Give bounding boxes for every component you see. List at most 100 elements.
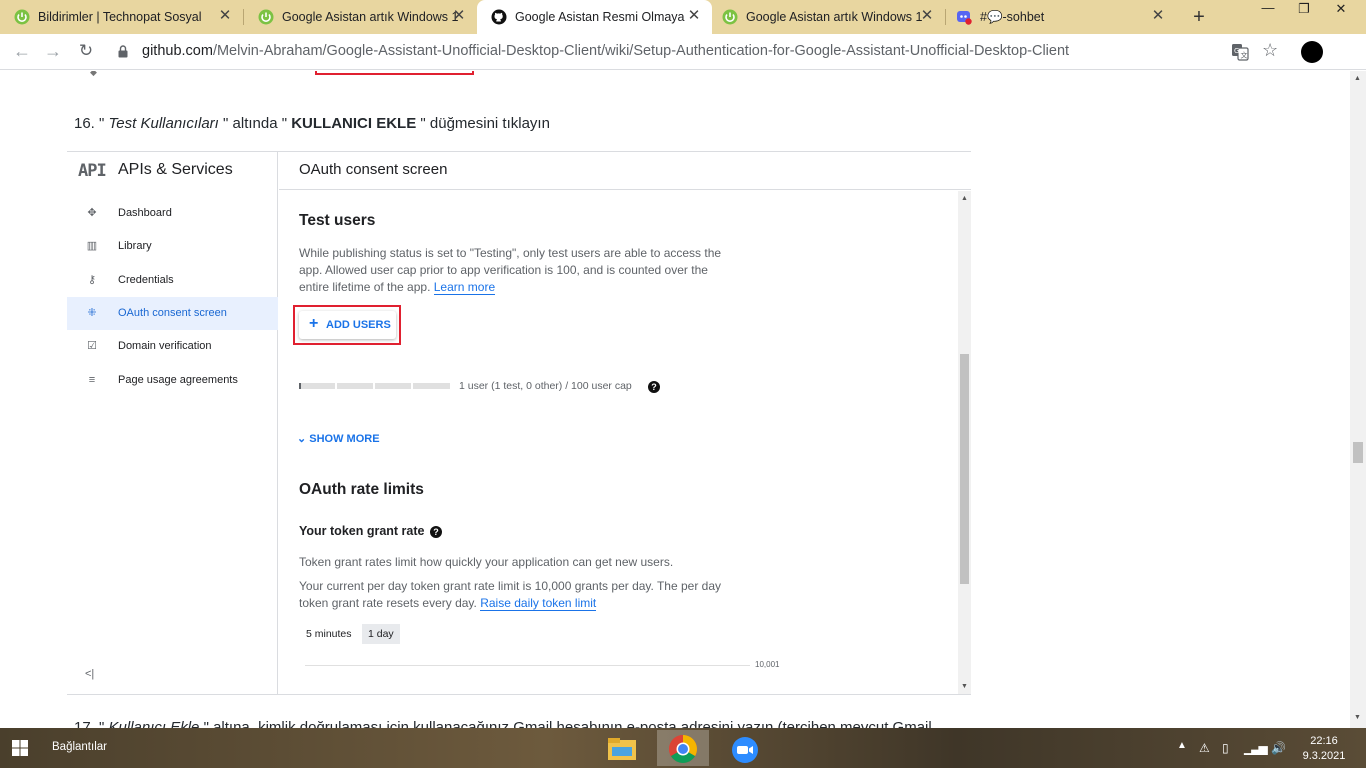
- zoom-icon: [732, 737, 758, 763]
- step16-suffix: " düğmesini tıklayın: [416, 115, 550, 132]
- nav-item-dashboard[interactable]: ✥ Dashboard: [67, 197, 278, 230]
- token-grant-title: Your token grant rate: [299, 524, 425, 538]
- domain-check-icon: ☑: [87, 340, 97, 352]
- chevron-down-icon: ⌄: [297, 433, 307, 445]
- close-tab-icon[interactable]: ✕: [217, 8, 233, 24]
- key-icon: ⚷: [87, 274, 97, 286]
- tray-signal-icon[interactable]: ▁▃▅: [1244, 741, 1268, 755]
- scroll-down-arrow-icon[interactable]: ▼: [961, 683, 968, 690]
- scroll-up-arrow-icon[interactable]: ▲: [1354, 75, 1361, 82]
- chrome-icon: [669, 735, 697, 763]
- user-cap-text: 1 user (1 test, 0 other) / 100 user cap: [459, 380, 632, 392]
- nav-label: Library: [118, 240, 152, 252]
- translate-icon[interactable]: G文: [1231, 43, 1249, 61]
- new-tab-button[interactable]: +: [1189, 6, 1209, 29]
- help-icon[interactable]: ?: [430, 526, 442, 538]
- tray-volume-icon[interactable]: 🔊: [1271, 741, 1286, 755]
- tab-technopat-notifications[interactable]: Bildirimler | Technopat Sosyal ✕: [0, 0, 243, 34]
- address-bar[interactable]: github.com/Melvin-Abraham/Google-Assista…: [142, 43, 1069, 59]
- console-scroll-thumb[interactable]: [960, 354, 969, 584]
- taskbar-chrome[interactable]: [657, 730, 709, 766]
- nav-item-domain-verification[interactable]: ☑ Domain verification: [67, 330, 278, 363]
- collapse-sidebar-icon[interactable]: <|: [85, 668, 94, 680]
- tray-show-hidden-icon[interactable]: ▲: [1177, 740, 1187, 751]
- test-users-title: Test users: [299, 212, 376, 229]
- show-more-button[interactable]: ⌄ SHOW MORE: [297, 432, 380, 445]
- close-tab-icon[interactable]: ✕: [451, 8, 467, 24]
- console-main: Test users While publishing status is se…: [279, 191, 971, 694]
- windows-taskbar: Bağlantılar ▲ ⚠ ▯ ▁▃▅ 🔊 22:16 9.3.2021: [0, 728, 1366, 768]
- back-arrow-icon[interactable]: ←: [11, 41, 33, 62]
- tab-github-active[interactable]: Google Asistan Resmi Olmayan ✕: [477, 0, 712, 34]
- nav-item-credentials[interactable]: ⚷ Credentials: [67, 264, 278, 297]
- console-scrollbar[interactable]: ▲ ▼: [958, 191, 971, 694]
- toggle-5-minutes[interactable]: 5 minutes: [301, 624, 357, 644]
- console-header: OAuth consent screen: [279, 152, 971, 190]
- progress-segment: [413, 383, 450, 389]
- lock-icon[interactable]: [118, 45, 128, 58]
- tab-google-asistan-1[interactable]: Google Asistan artık Windows 1 ✕: [244, 0, 477, 34]
- add-users-label: ADD USERS: [326, 319, 391, 331]
- taskbar-clock[interactable]: 22:16 9.3.2021: [1298, 734, 1350, 764]
- minimize-icon[interactable]: —: [1258, 0, 1278, 15]
- tab-title: Bildirimler | Technopat Sosyal: [38, 10, 202, 24]
- taskbar-zoom[interactable]: [720, 730, 772, 766]
- help-icon[interactable]: ?: [648, 381, 660, 393]
- previous-highlight-box: [315, 71, 474, 75]
- learn-more-link[interactable]: Learn more: [433, 280, 496, 295]
- scroll-down-arrow-icon[interactable]: ▼: [1354, 714, 1361, 721]
- step16-bold: KULLANICI EKLE: [291, 115, 417, 132]
- add-users-button[interactable]: + ADD USERS: [299, 311, 396, 339]
- bookmark-star-icon[interactable]: ☆: [1262, 40, 1278, 61]
- step17-prefix: 17. ": [74, 719, 109, 728]
- token-grant-desc-2: Your current per day token grant rate li…: [299, 578, 739, 612]
- nav-item-page-usage[interactable]: ≡ Page usage agreements: [67, 364, 278, 397]
- taskbar-toolbar-label[interactable]: Bağlantılar: [52, 741, 107, 753]
- step-17-text: 17. " Kullanıcı Ekle " altına, kimlik do…: [74, 719, 932, 728]
- step16-prefix: 16. ": [74, 115, 109, 132]
- toggle-1-day[interactable]: 1 day: [362, 624, 400, 644]
- test-users-description: While publishing status is set to "Testi…: [299, 245, 739, 296]
- forward-arrow-icon[interactable]: →: [42, 41, 64, 62]
- rate-limits-title: OAuth rate limits: [299, 481, 424, 498]
- browser-tab-bar: Bildirimler | Technopat Sosyal ✕ Google …: [0, 0, 1366, 34]
- technopat-icon: [258, 9, 274, 25]
- step-16-text: 16. " Test Kullanıcıları " altında " KUL…: [74, 115, 550, 132]
- close-tab-icon[interactable]: ✕: [919, 8, 935, 24]
- consent-icon: ⁜: [87, 307, 97, 319]
- clock-date: 9.3.2021: [1302, 750, 1346, 762]
- chart-baseline: [305, 665, 750, 666]
- page-content: ◆ 16. " Test Kullanıcıları " altında " K…: [0, 71, 1350, 728]
- page-scroll-thumb[interactable]: [1353, 442, 1363, 463]
- nav-item-library[interactable]: ▥ Library: [67, 230, 278, 263]
- svg-text:G: G: [1234, 47, 1239, 55]
- progress-fill: [299, 383, 301, 389]
- tab-discord-sohbet[interactable]: #💬-sohbet ✕: [946, 0, 1178, 34]
- taskbar-file-explorer[interactable]: [596, 730, 648, 766]
- show-more-label: SHOW MORE: [309, 433, 380, 445]
- windows-start-icon[interactable]: [12, 740, 28, 756]
- tab-google-asistan-2[interactable]: Google Asistan artık Windows 1 ✕: [712, 0, 945, 34]
- console-header-title: OAuth consent screen: [299, 161, 448, 178]
- tray-device-icon[interactable]: ▯: [1222, 741, 1229, 755]
- dashboard-icon: ✥: [87, 207, 97, 219]
- progress-segment: [299, 383, 335, 389]
- close-tab-icon[interactable]: ✕: [686, 8, 702, 24]
- step17-italic: Kullanıcı Ekle: [108, 719, 200, 728]
- nav-label: Domain verification: [118, 340, 212, 352]
- discord-icon: [957, 11, 972, 25]
- user-cap-progress-bar: [299, 383, 450, 389]
- scroll-up-arrow-icon[interactable]: ▲: [961, 195, 968, 202]
- tray-network-warning-icon[interactable]: ⚠: [1199, 741, 1210, 755]
- raise-token-limit-link[interactable]: Raise daily token limit: [480, 596, 597, 611]
- close-tab-icon[interactable]: ✕: [1150, 8, 1166, 24]
- step17-suffix: " altına, kimlik doğrulaması için kullan…: [199, 719, 932, 728]
- reload-icon[interactable]: ↻: [75, 41, 97, 61]
- restore-icon[interactable]: ❐: [1294, 1, 1314, 17]
- profile-avatar[interactable]: [1301, 41, 1323, 63]
- progress-segment: [337, 383, 373, 389]
- close-window-icon[interactable]: ✕: [1331, 1, 1351, 17]
- nav-item-oauth-consent[interactable]: ⁜ OAuth consent screen: [67, 297, 278, 330]
- page-scrollbar[interactable]: ▲ ▼: [1350, 71, 1366, 728]
- clock-time: 22:16: [1310, 735, 1338, 747]
